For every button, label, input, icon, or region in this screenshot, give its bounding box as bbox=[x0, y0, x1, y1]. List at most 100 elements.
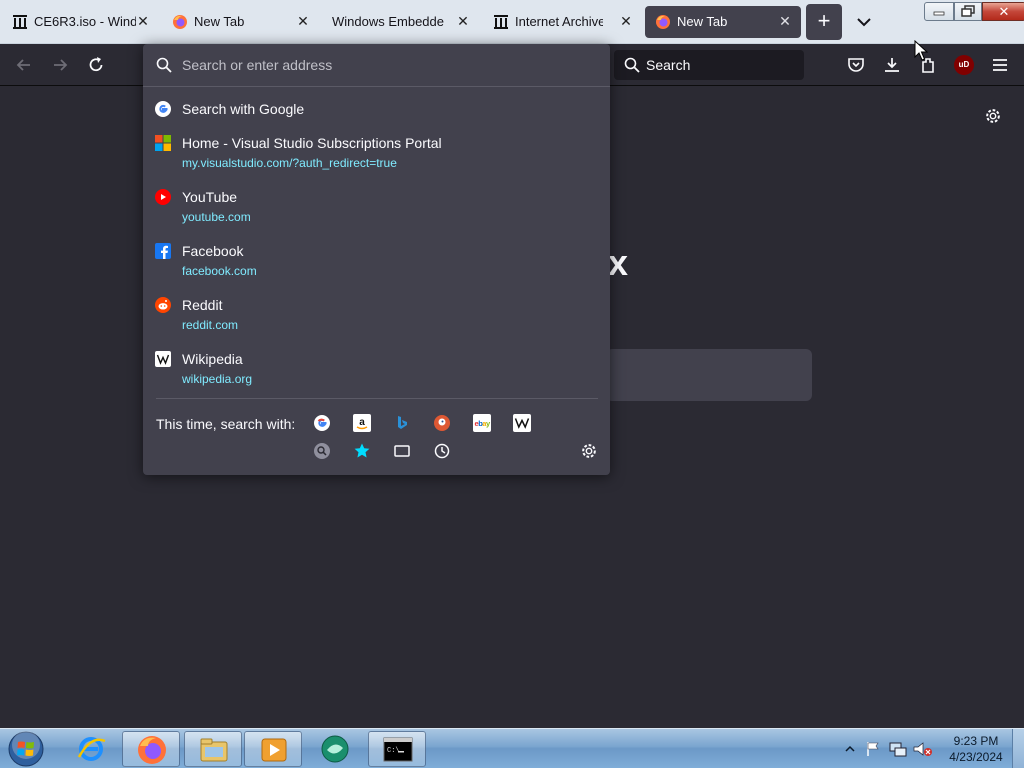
firefox-icon bbox=[138, 736, 166, 764]
google-icon[interactable] bbox=[313, 414, 331, 432]
show-hidden-icons-icon[interactable] bbox=[842, 741, 858, 757]
history-icon[interactable] bbox=[433, 442, 451, 460]
app-icon bbox=[321, 735, 349, 763]
gear-icon[interactable] bbox=[984, 107, 1002, 125]
search-icon bbox=[156, 57, 172, 73]
explorer-icon bbox=[200, 738, 228, 762]
search-bar[interactable]: Search bbox=[614, 50, 804, 80]
search-bar-placeholder: Search bbox=[646, 57, 691, 73]
result-row-vs[interactable]: Home - Visual Studio Subscriptions Porta… bbox=[143, 130, 610, 174]
svg-text:C:\: C:\ bbox=[387, 747, 400, 755]
windows-start-icon bbox=[8, 731, 44, 767]
tab-ce6r3[interactable]: CE6R3.iso - Windov ✕ bbox=[2, 6, 152, 38]
start-button[interactable] bbox=[4, 730, 48, 768]
result-url: youtube.com bbox=[182, 210, 251, 224]
downloads-icon[interactable] bbox=[882, 55, 902, 75]
show-desktop-button[interactable] bbox=[1012, 729, 1024, 768]
notification-area bbox=[842, 735, 934, 763]
duckduckgo-icon[interactable] bbox=[433, 414, 451, 432]
one-off-search-label: This time, search with: bbox=[156, 416, 296, 432]
result-title: Home - Visual Studio Subscriptions Porta… bbox=[182, 135, 442, 151]
close-icon[interactable]: ✕ bbox=[617, 12, 635, 30]
wikipedia-icon[interactable] bbox=[513, 414, 531, 432]
search-suggestion-label: Search with Google bbox=[182, 101, 305, 117]
microsoft-icon bbox=[155, 135, 171, 151]
internet-explorer-icon bbox=[77, 737, 106, 761]
firefox-icon bbox=[173, 15, 187, 29]
media-player-icon bbox=[261, 738, 287, 762]
tab-windows-embedded[interactable]: Windows Embedded CE ✕ bbox=[322, 6, 478, 38]
result-title: YouTube bbox=[182, 189, 238, 205]
system-clock[interactable]: 9:23 PM 4/23/2024 bbox=[944, 733, 1008, 765]
cmd-icon: C:\ bbox=[383, 737, 413, 762]
archive-icon bbox=[494, 15, 508, 29]
result-url: facebook.com bbox=[182, 264, 257, 278]
back-icon[interactable] bbox=[14, 55, 34, 75]
restore-button[interactable] bbox=[954, 2, 982, 21]
tab-title: Windows Embedded CE bbox=[332, 14, 444, 29]
minimize-button[interactable] bbox=[924, 2, 954, 21]
result-url: my.visualstudio.com/?auth_redirect=true bbox=[182, 156, 397, 170]
result-row-youtube[interactable]: YouTube youtube.com bbox=[143, 184, 610, 228]
action-center-flag-icon[interactable] bbox=[864, 740, 884, 758]
tab-strip: CE6R3.iso - Windov ✕ New Tab ✕ Windows E… bbox=[0, 0, 1024, 44]
address-placeholder: Search or enter address bbox=[182, 57, 333, 73]
close-icon[interactable]: ✕ bbox=[776, 12, 794, 30]
taskbar-app[interactable] bbox=[306, 731, 364, 767]
restore-icon bbox=[961, 5, 975, 17]
result-row-wikipedia[interactable]: Wikipedia wikipedia.org bbox=[143, 346, 610, 390]
search-suggestion-row[interactable]: Search with Google bbox=[143, 94, 610, 124]
page-search-box[interactable] bbox=[606, 349, 812, 401]
taskbar-explorer[interactable] bbox=[184, 731, 242, 767]
ublock-icon[interactable]: uD bbox=[954, 55, 974, 75]
tab-new-tab-1[interactable]: New Tab ✕ bbox=[162, 6, 318, 38]
tabs-icon[interactable] bbox=[393, 442, 411, 460]
page-logo-text: x bbox=[608, 242, 629, 283]
pocket-icon[interactable] bbox=[846, 55, 866, 75]
clock-date: 4/23/2024 bbox=[949, 750, 1003, 764]
close-icon[interactable]: ✕ bbox=[294, 12, 312, 30]
taskbar-firefox[interactable] bbox=[122, 731, 180, 767]
result-row-facebook[interactable]: Facebook facebook.com bbox=[143, 238, 610, 282]
facebook-icon bbox=[155, 243, 171, 259]
search-shortcuts-icon[interactable] bbox=[313, 442, 331, 460]
result-row-reddit[interactable]: Reddit reddit.com bbox=[143, 292, 610, 336]
divider bbox=[156, 398, 598, 399]
google-icon bbox=[155, 101, 171, 117]
archive-icon bbox=[13, 15, 27, 29]
youtube-icon bbox=[155, 189, 171, 205]
result-url: wikipedia.org bbox=[182, 372, 253, 386]
new-tab-button[interactable]: + bbox=[806, 4, 842, 40]
tab-title: Internet Archive: Vi bbox=[515, 14, 603, 29]
ebay-icon[interactable]: ebay bbox=[473, 414, 491, 432]
window-controls: ✕ bbox=[924, 2, 1024, 21]
bookmarks-icon[interactable] bbox=[353, 442, 371, 460]
close-icon[interactable]: ✕ bbox=[134, 12, 152, 30]
taskbar: C:\ 9:23 PM 4/23/2024 bbox=[0, 728, 1024, 768]
address-input[interactable]: Search or enter address bbox=[143, 50, 610, 80]
tab-new-tab-active[interactable]: New Tab ✕ bbox=[645, 6, 801, 38]
forward-icon[interactable] bbox=[50, 55, 70, 75]
network-icon[interactable] bbox=[888, 740, 908, 758]
svg-text:a: a bbox=[359, 417, 365, 428]
divider bbox=[143, 86, 610, 87]
volume-muted-icon[interactable] bbox=[912, 740, 934, 758]
firefox-icon bbox=[656, 15, 670, 29]
close-window-button[interactable]: ✕ bbox=[982, 2, 1024, 21]
result-title: Facebook bbox=[182, 243, 244, 259]
taskbar-command-prompt[interactable]: C:\ bbox=[368, 731, 426, 767]
taskbar-internet-explorer[interactable] bbox=[62, 731, 120, 767]
reddit-icon bbox=[155, 297, 171, 313]
close-icon[interactable]: ✕ bbox=[454, 12, 472, 30]
taskbar-media-player[interactable] bbox=[244, 731, 302, 767]
search-settings-icon[interactable] bbox=[580, 442, 598, 460]
tab-title: New Tab bbox=[194, 14, 245, 29]
chevron-down-icon[interactable] bbox=[852, 10, 876, 34]
bing-icon[interactable] bbox=[393, 414, 411, 432]
search-icon bbox=[624, 57, 640, 73]
menu-icon[interactable] bbox=[990, 55, 1010, 75]
amazon-icon[interactable]: a bbox=[353, 414, 371, 432]
tab-internet-archive[interactable]: Internet Archive: Vi ✕ bbox=[483, 6, 639, 38]
tab-title: New Tab bbox=[677, 14, 728, 29]
reload-icon[interactable] bbox=[86, 55, 106, 75]
